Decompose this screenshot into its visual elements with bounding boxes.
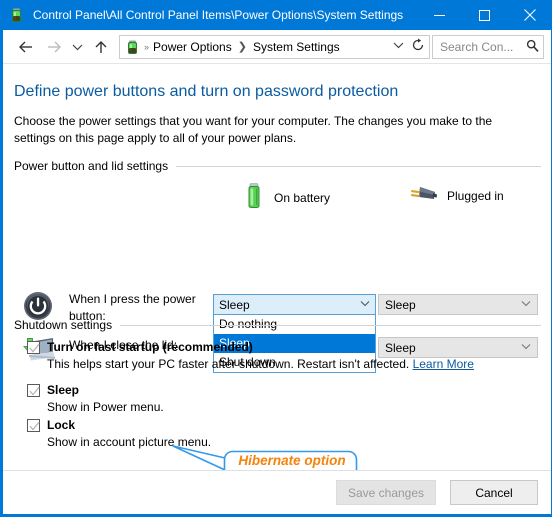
power-plug-icon — [408, 183, 438, 208]
cancel-button[interactable]: Cancel — [450, 480, 538, 505]
chevron-down-icon[interactable] — [515, 342, 537, 353]
title-bar: Control Panel\All Control Panel Items\Po… — [3, 0, 551, 30]
page-description: Choose the power settings that you want … — [14, 114, 493, 145]
content-area: Define power buttons and turn on passwor… — [3, 65, 551, 500]
shutdown-settings-group-label: Shutdown settings — [14, 318, 113, 332]
chevron-down-icon[interactable] — [515, 299, 537, 310]
address-bar[interactable]: » Power Options ❯ System Settings — [119, 34, 430, 59]
power-settings-group-header: Power button and lid settings — [14, 159, 541, 173]
checkbox-description-sleep: Show in Power menu. — [47, 400, 164, 414]
recent-pages-chevron-icon[interactable] — [67, 32, 87, 62]
breadcrumb-item-power-options[interactable]: Power Options — [153, 40, 232, 54]
chevron-down-icon[interactable] — [355, 299, 375, 310]
breadcrumb-item-system-settings[interactable]: System Settings — [253, 40, 340, 54]
checkbox-row-lock[interactable]: Lock — [27, 418, 75, 432]
close-button[interactable] — [507, 0, 551, 30]
checkbox-sleep[interactable] — [27, 384, 40, 397]
navigation-bar: » Power Options ❯ System Settings Search… — [3, 30, 551, 64]
maximize-button[interactable] — [462, 0, 507, 30]
column-label-plugged-in: Plugged in — [447, 188, 504, 203]
plugged-in-power-button-dropdown[interactable]: Sleep — [378, 294, 538, 315]
minimize-button[interactable] — [417, 0, 462, 30]
breadcrumb-separator-icon: ❯ — [237, 41, 247, 53]
checkbox-label-sleep: Sleep — [47, 383, 80, 397]
column-header-plugged-in: Plugged in — [408, 183, 504, 208]
dropdown-value-text: Sleep — [385, 297, 416, 312]
dialog-footer: Save changes Cancel — [3, 470, 551, 514]
breadcrumb-root-separator: » — [144, 41, 150, 52]
group-divider — [120, 324, 541, 326]
checkbox-label-fast-startup: Turn on fast startup (recommended) — [47, 340, 253, 354]
checkbox-description-lock: Show in account picture menu. — [47, 435, 212, 449]
search-input[interactable]: Search Con... — [433, 40, 521, 54]
checkbox-fast-startup[interactable] — [27, 341, 40, 354]
up-arrow-icon[interactable] — [87, 32, 115, 62]
learn-more-link[interactable]: Learn More — [413, 357, 474, 371]
fast-startup-description-text: This helps start your PC faster after sh… — [47, 357, 410, 371]
annotation-line-1: Hibernate option — [238, 453, 346, 468]
column-label-on-battery: On battery — [274, 190, 331, 205]
group-divider — [176, 165, 541, 167]
battery-icon — [243, 183, 265, 212]
save-changes-button[interactable]: Save changes — [336, 480, 436, 505]
back-arrow-icon[interactable] — [11, 32, 41, 62]
dropdown-value-text: Sleep — [385, 340, 416, 355]
checkbox-row-sleep[interactable]: Sleep — [27, 383, 79, 397]
chevron-down-icon[interactable] — [389, 41, 407, 52]
search-box[interactable]: Search Con... — [432, 34, 544, 59]
plugged-in-lid-dropdown[interactable]: Sleep — [378, 337, 538, 358]
forward-arrow-icon — [41, 32, 67, 62]
checkbox-lock[interactable] — [27, 419, 40, 432]
refresh-icon[interactable] — [407, 38, 429, 55]
window-title: Control Panel\All Control Panel Items\Po… — [33, 8, 404, 22]
battery-icon — [125, 39, 141, 55]
dropdown-selected-value[interactable]: Sleep — [213, 294, 376, 315]
shutdown-settings-group-header: Shutdown settings — [14, 318, 541, 332]
checkbox-label-lock: Lock — [47, 418, 76, 432]
column-header-on-battery: On battery — [243, 183, 330, 212]
search-icon[interactable] — [521, 39, 543, 55]
checkbox-row-fast-startup[interactable]: Turn on fast startup (recommended) — [27, 340, 253, 354]
dropdown-value-text: Sleep — [219, 297, 250, 312]
battery-icon — [9, 7, 25, 23]
checkbox-description-fast-startup: This helps start your PC faster after sh… — [47, 357, 474, 371]
power-settings-group-label: Power button and lid settings — [14, 159, 169, 173]
control-panel-window: Control Panel\All Control Panel Items\Po… — [0, 0, 552, 517]
page-title: Define power buttons and turn on passwor… — [14, 83, 399, 100]
